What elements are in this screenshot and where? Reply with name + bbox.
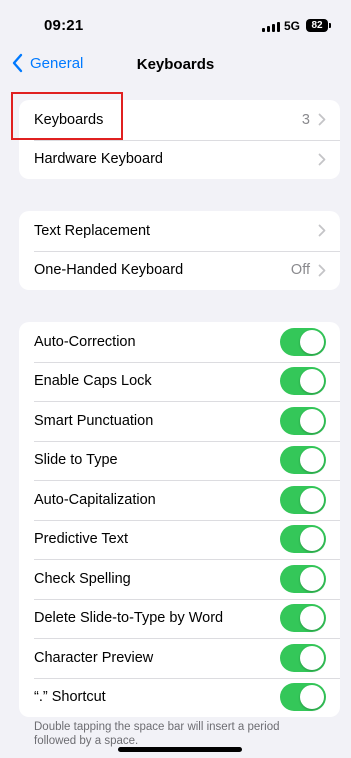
toggle-knob (300, 606, 324, 631)
one-handed-keyboard-value: Off (290, 262, 310, 279)
toggle-knob (300, 369, 324, 394)
smart-punctuation-toggle[interactable] (280, 406, 326, 435)
character-preview-label: Character Preview (34, 649, 154, 666)
character-preview-toggle[interactable] (280, 643, 326, 672)
period-shortcut-footnote: Double tapping the space bar will insert… (34, 721, 280, 747)
predictive-text-row: Predictive Text (19, 519, 340, 560)
chevron-right-icon (318, 153, 326, 166)
check-spelling-row: Check Spelling (19, 559, 340, 599)
delete-slide-to-type-toggle[interactable] (280, 604, 326, 633)
toggle-knob (300, 408, 324, 433)
toggle-knob (300, 448, 324, 473)
chevron-right-icon (318, 113, 326, 126)
toggle-knob (300, 329, 324, 354)
delete-slide-to-type-row: Delete Slide-to-Type by Word (19, 598, 340, 639)
auto-correction-row: Auto-Correction (19, 322, 340, 362)
enable-caps-lock-row: Enable Caps Lock (19, 361, 340, 402)
smart-punctuation-label: Smart Punctuation (34, 412, 154, 429)
auto-correction-label: Auto-Correction (34, 333, 136, 350)
text-replacement-row[interactable]: Text Replacement (19, 211, 340, 251)
network-label: 5G (284, 19, 301, 33)
toggle-knob (300, 645, 324, 670)
check-spelling-toggle[interactable] (280, 564, 326, 593)
enable-caps-lock-toggle[interactable] (280, 367, 326, 396)
hardware-keyboard-row[interactable]: Hardware Keyboard (19, 139, 340, 180)
text-replacement-label: Text Replacement (34, 222, 151, 239)
slide-to-type-toggle[interactable] (280, 446, 326, 475)
hardware-keyboard-label: Hardware Keyboard (34, 151, 163, 168)
smart-punctuation-row: Smart Punctuation (19, 401, 340, 441)
slide-to-type-label: Slide to Type (34, 452, 118, 469)
page-title: Keyboards (136, 56, 215, 73)
auto-capitalization-toggle[interactable] (280, 485, 326, 514)
navigation-bar: General Keyboards (0, 52, 351, 78)
period-shortcut-toggle[interactable] (280, 683, 326, 712)
auto-correction-toggle[interactable] (280, 327, 326, 356)
text-options-group: Text Replacement One-Handed Keyboard Off (19, 211, 340, 290)
keyboard-toggles-group: Auto-Correction Enable Caps Lock Smart P… (19, 322, 340, 717)
chevron-right-icon (318, 264, 326, 277)
delete-slide-to-type-label: Delete Slide-to-Type by Word (34, 610, 224, 627)
character-preview-row: Character Preview (19, 638, 340, 678)
one-handed-keyboard-label: One-Handed Keyboard (34, 262, 184, 279)
toggle-knob (300, 527, 324, 552)
keyboards-highlight-box (11, 92, 123, 140)
predictive-text-label: Predictive Text (34, 531, 129, 548)
toggle-knob (300, 566, 324, 591)
period-shortcut-label: “.” Shortcut (34, 689, 106, 706)
predictive-text-toggle[interactable] (280, 525, 326, 554)
one-handed-keyboard-row[interactable]: One-Handed Keyboard Off (19, 250, 340, 291)
keyboards-settings-screen: 09:21 5G 82 General Keyboards Keyboards … (0, 0, 351, 758)
battery-icon: 82 (306, 19, 331, 32)
enable-caps-lock-label: Enable Caps Lock (34, 373, 152, 390)
check-spelling-label: Check Spelling (34, 570, 131, 587)
slide-to-type-row: Slide to Type (19, 440, 340, 481)
home-indicator[interactable] (118, 747, 242, 752)
status-bar: 09:21 5G 82 (0, 0, 351, 52)
keyboards-count: 3 (301, 111, 310, 128)
toggle-knob (300, 487, 324, 512)
status-time: 09:21 (44, 17, 84, 34)
auto-capitalization-row: Auto-Capitalization (19, 480, 340, 520)
chevron-right-icon (318, 224, 326, 237)
auto-capitalization-label: Auto-Capitalization (34, 491, 156, 508)
signal-icon (262, 22, 280, 32)
period-shortcut-row: “.” Shortcut (19, 677, 340, 718)
toggle-knob (300, 685, 324, 710)
